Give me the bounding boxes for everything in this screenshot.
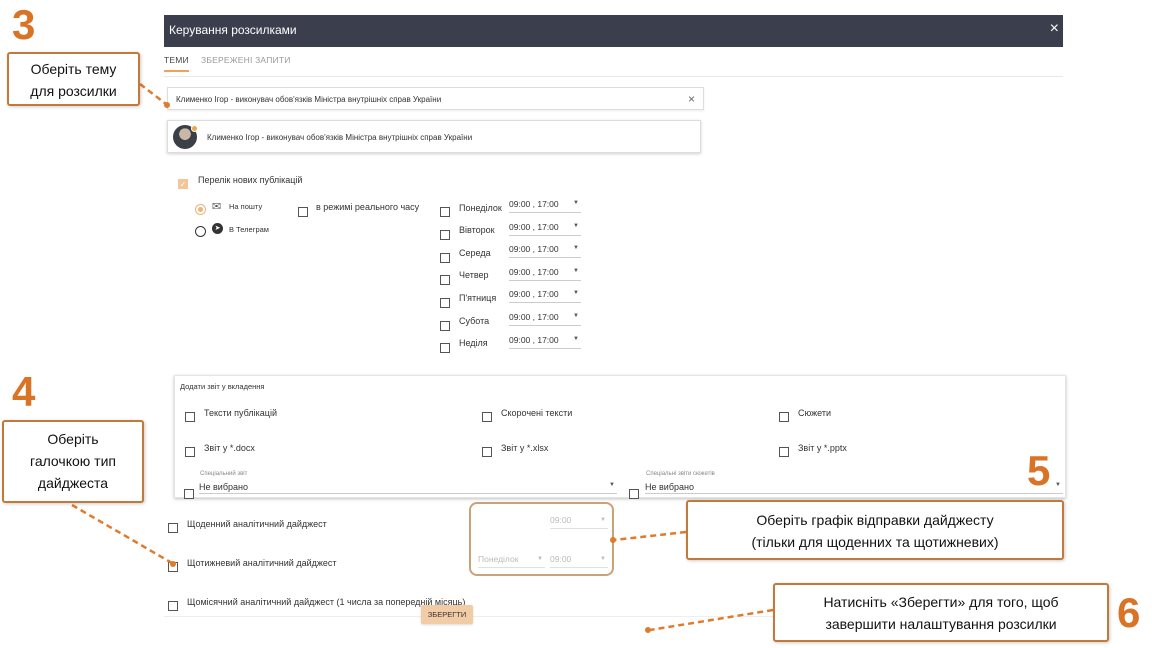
step-number-3: 3 (12, 1, 36, 48)
callout-step6: Натисніть «Зберегти» для того, щоб завер… (773, 583, 1109, 642)
step-number-5: 5 (1027, 447, 1051, 494)
callout-step3: Оберіть тему для розсилки (7, 52, 140, 106)
step-number-4: 4 (12, 368, 36, 415)
callout-step4: Оберіть галочкою тип дайджеста (2, 420, 144, 503)
step-number-6: 6 (1117, 589, 1141, 636)
callout-step5: Оберіть графік відправки дайджесту (тіль… (686, 500, 1064, 560)
